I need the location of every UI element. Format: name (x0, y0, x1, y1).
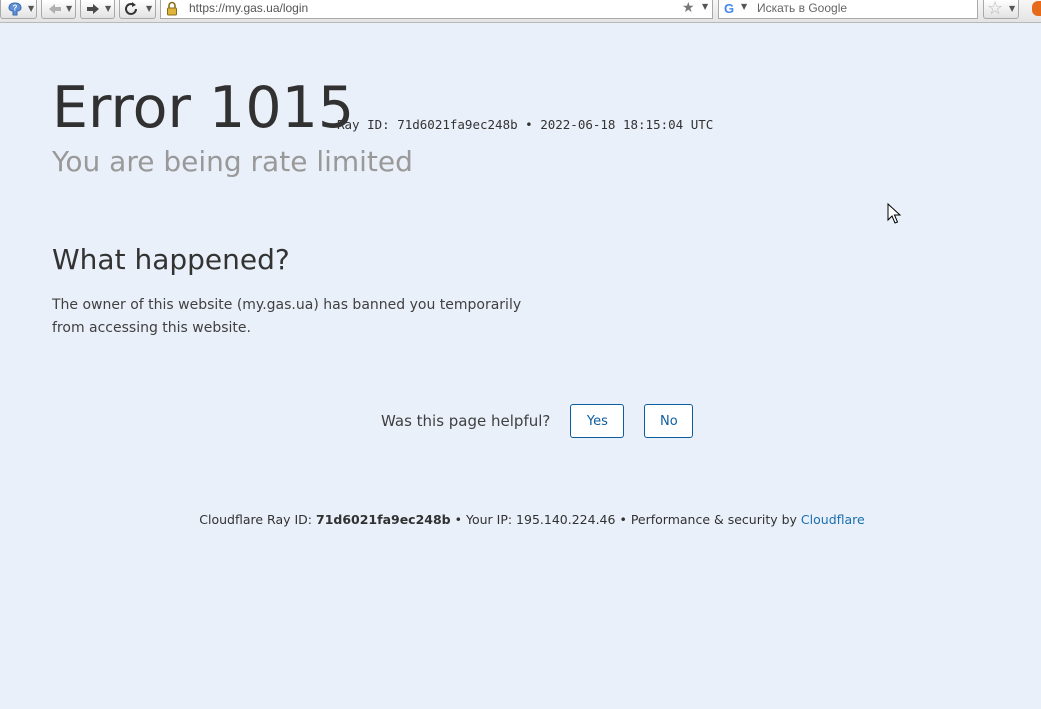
google-icon[interactable]: G (724, 1, 734, 16)
what-happened-heading: What happened? (52, 243, 290, 276)
feedback-no-button[interactable]: No (644, 404, 694, 438)
bookmarks-menu-icon: ☆ (987, 0, 1004, 19)
search-bar[interactable]: G ▼ Искать в Google (718, 0, 978, 19)
feedback-yes-button[interactable]: Yes (570, 404, 625, 438)
footer-performance-text: Performance & security by (630, 512, 797, 527)
footer: Cloudflare Ray ID: 71d6021fa9ec248b • Yo… (0, 512, 1041, 527)
reload-icon (125, 2, 137, 15)
footer-ray-label: Cloudflare Ray ID: (199, 512, 313, 527)
bookmarks-menu-button[interactable]: ☆ ▼ (983, 0, 1019, 19)
footer-separator: • (619, 512, 627, 527)
help-button[interactable]: ? ▼ (0, 0, 37, 19)
reload-dropdown-icon[interactable]: ▼ (146, 2, 152, 16)
browser-toolbar: ? ▼ ▼ ▼ ▼ https://my.gas.ua/login ★ ▼ G … (0, 0, 1041, 23)
address-bar[interactable]: https://my.gas.ua/login ★ ▼ (160, 0, 713, 19)
error-subtitle: You are being rate limited (52, 145, 413, 178)
error-code: Error 1015 (52, 75, 355, 141)
footer-ray-id: 71d6021fa9ec248b (316, 512, 451, 527)
mouse-cursor-icon (887, 203, 901, 224)
reload-button[interactable]: ▼ (119, 0, 156, 19)
forward-history-dropdown-icon[interactable]: ▼ (105, 2, 111, 16)
footer-separator: • (454, 512, 462, 527)
search-placeholder[interactable]: Искать в Google (757, 1, 847, 16)
feedback-widget: Was this page helpful? Yes No (381, 404, 694, 438)
help-dropdown-icon[interactable]: ▼ (28, 2, 34, 16)
footer-ip: Your IP: 195.140.224.46 (465, 512, 616, 527)
forward-button[interactable]: ▼ (80, 0, 115, 19)
back-button[interactable]: ▼ (41, 0, 76, 19)
bookmark-star-icon[interactable]: ★ (682, 0, 695, 16)
back-arrow-icon (49, 4, 61, 14)
back-history-dropdown-icon[interactable]: ▼ (66, 2, 72, 16)
lock-icon[interactable] (165, 1, 179, 16)
cloudflare-link[interactable]: Cloudflare (801, 512, 865, 527)
address-url[interactable]: https://my.gas.ua/login (189, 1, 308, 16)
ray-id-timestamp: Ray ID: 71d6021fa9ec248b • 2022-06-18 18… (337, 117, 714, 132)
forward-arrow-icon (87, 4, 99, 14)
url-history-dropdown-icon[interactable]: ▼ (702, 2, 708, 11)
what-happened-text: The owner of this website (my.gas.ua) ha… (52, 297, 522, 336)
feedback-question: Was this page helpful? (381, 412, 551, 430)
search-engine-dropdown-icon[interactable]: ▼ (741, 2, 747, 11)
help-icon: ? (8, 2, 22, 16)
svg-text:?: ? (13, 4, 18, 13)
extension-icon[interactable] (1032, 1, 1041, 16)
bookmarks-dropdown-icon[interactable]: ▼ (1009, 2, 1015, 16)
